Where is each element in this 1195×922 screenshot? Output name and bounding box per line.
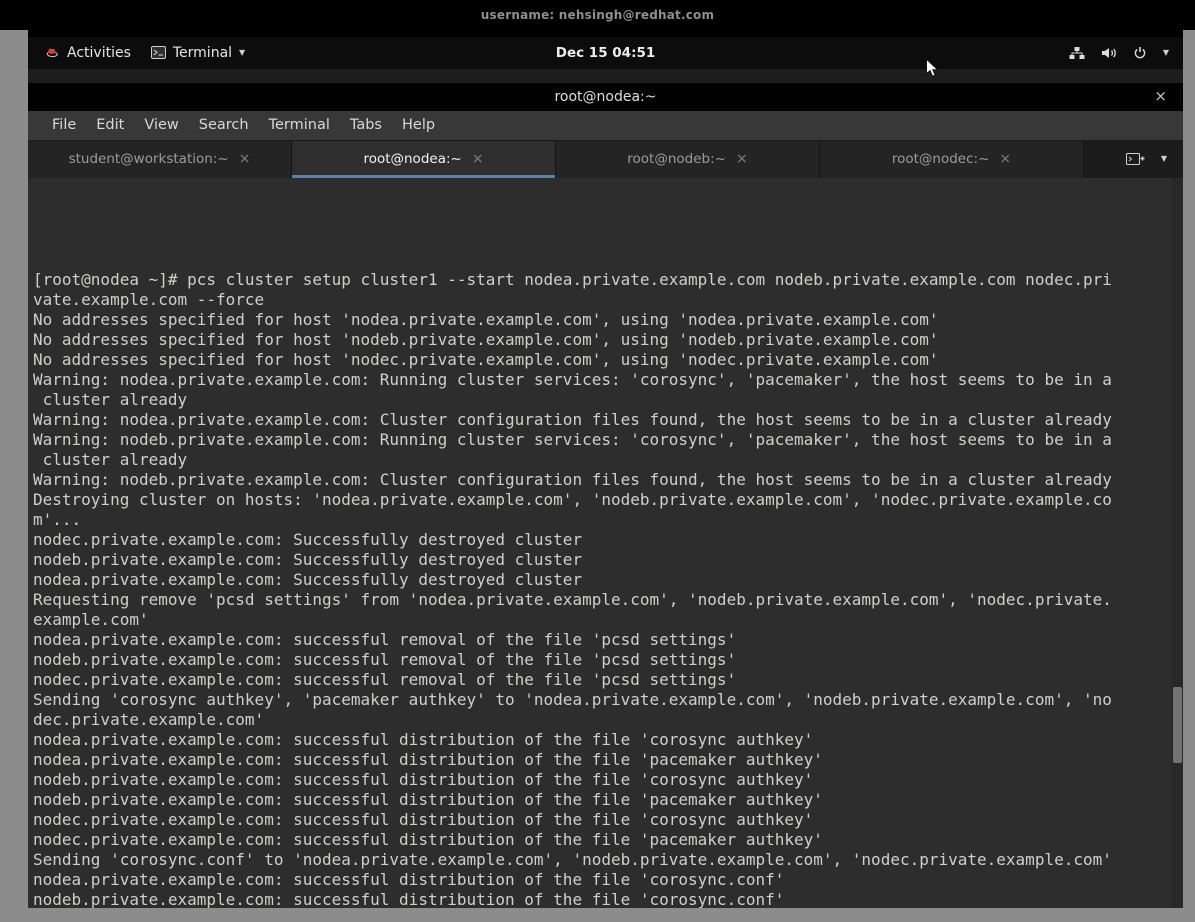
menu-terminal[interactable]: Terminal [259,117,340,133]
terminal-line: nodea.private.example.com: successful di… [33,730,1183,750]
menu-file[interactable]: File [42,117,86,133]
terminal-screen[interactable]: Error: Errors have occurred, therefore p… [28,178,1183,908]
menu-tabs[interactable]: Tabs [340,117,392,133]
terminal-line: nodec.private.example.com: successful re… [33,670,1183,690]
terminal-selected-line: Error: Errors have occurred, therefore p… [33,218,1183,230]
terminal-line: example.com' [33,610,1183,630]
terminal-lines: [root@nodea ~]# pcs cluster setup cluste… [33,270,1183,908]
mouse-pointer-icon [925,58,940,79]
system-menu-chevron-icon[interactable]: ▼ [1163,49,1169,57]
terminal-scrollbar-thumb[interactable] [1173,687,1182,763]
terminal-line: nodeb.private.example.com: successful di… [33,770,1183,790]
terminal-line: cluster already [33,390,1183,410]
terminal-line: Warning: nodeb.private.example.com: Clus… [33,470,1183,490]
terminal-line: cluster already [33,450,1183,470]
clock[interactable]: Dec 15 04:51 [556,45,656,61]
terminal-line: nodeb.private.example.com: successful di… [33,890,1183,908]
tab-label: root@nodea:~ [363,151,461,167]
tab-list-chevron-icon[interactable]: ▼ [1161,155,1167,163]
menu-view[interactable]: View [134,117,188,133]
terminal-line: nodea.private.example.com: Successfully … [33,570,1183,590]
tab-root-nodeb[interactable]: root@nodeb:~ × [556,141,820,178]
terminal-line: Requesting remove 'pcsd settings' from '… [33,590,1183,610]
terminal-line: Warning: nodea.private.example.com: Runn… [33,370,1183,390]
terminal-line: m'... [33,510,1183,530]
menu-help[interactable]: Help [392,117,445,133]
terminal-line: nodeb.private.example.com: Successfully … [33,550,1183,570]
tab-close-icon[interactable]: × [239,152,251,166]
terminal-line: [root@nodea ~]# pcs cluster setup cluste… [33,270,1183,290]
terminal-line: nodeb.private.example.com: successful di… [33,790,1183,810]
menu-edit[interactable]: Edit [86,117,134,133]
activities-button[interactable]: Activities [44,45,131,61]
tab-close-icon[interactable]: × [472,152,484,166]
terminal-line: vate.example.com --force [33,290,1183,310]
tab-label: student@workstation:~ [69,151,229,167]
gnome-top-bar: Activities Terminal ▼ Dec 15 04:51 [28,37,1183,69]
window-close-icon[interactable]: × [1154,89,1167,104]
tab-student-workstation[interactable]: student@workstation:~ × [28,141,292,178]
session-banner: username: nehsingh@redhat.com [0,0,1195,30]
terminal-line: Warning: nodeb.private.example.com: Runn… [33,430,1183,450]
window-titlebar[interactable]: root@nodea:~ × [28,83,1183,111]
volume-icon[interactable] [1101,46,1117,60]
terminal-line: dec.private.example.com' [33,710,1183,730]
terminal-line: No addresses specified for host 'nodeb.p… [33,330,1183,350]
terminal-line: Sending 'corosync.conf' to 'nodea.privat… [33,850,1183,870]
terminal-scrollbar-track[interactable] [1172,178,1183,908]
terminal-line: nodea.private.example.com: successful di… [33,870,1183,890]
terminal-line: nodec.private.example.com: successful di… [33,810,1183,830]
tab-root-nodea[interactable]: root@nodea:~ × [292,141,556,178]
network-icon[interactable] [1069,46,1085,60]
terminal-line: Destroying cluster on hosts: 'nodea.priv… [33,490,1183,510]
terminal-line: nodec.private.example.com: Successfully … [33,530,1183,550]
terminal-line: nodea.private.example.com: successful re… [33,630,1183,650]
menu-search[interactable]: Search [189,117,259,133]
tab-close-icon[interactable]: × [999,152,1011,166]
tab-label: root@nodeb:~ [627,151,726,167]
activities-label: Activities [67,45,131,61]
terminal-line: Warning: nodea.private.example.com: Clus… [33,410,1183,430]
terminal-line: nodec.private.example.com: successful di… [33,830,1183,850]
app-menu-label: Terminal [173,45,232,61]
vm-screen: Activities Terminal ▼ Dec 15 04:51 [28,30,1183,908]
tab-strip: student@workstation:~ × root@nodea:~ × r… [28,141,1183,178]
tab-close-icon[interactable]: × [736,152,748,166]
terminal-line: No addresses specified for host 'nodea.p… [33,310,1183,330]
terminal-app-icon [151,46,166,59]
session-username-text: username: nehsingh@redhat.com [481,8,714,22]
terminal-line: Sending 'corosync authkey', 'pacemaker a… [33,690,1183,710]
screen-top-padding [28,30,1183,37]
window-title: root@nodea:~ [554,89,656,105]
terminal-line: nodea.private.example.com: successful di… [33,750,1183,770]
menubar: File Edit View Search Terminal Tabs Help [28,111,1183,141]
desktop-background-strip [28,69,1183,83]
terminal-line: No addresses specified for host 'nodec.p… [33,350,1183,370]
tab-root-nodec[interactable]: root@nodec:~ × [820,141,1084,178]
chevron-down-icon: ▼ [239,49,245,57]
new-tab-icon[interactable] [1126,152,1145,166]
terminal-line: nodeb.private.example.com: successful re… [33,650,1183,670]
power-icon[interactable] [1133,46,1147,60]
app-menu-button[interactable]: Terminal ▼ [151,45,245,61]
redhat-logo-icon [44,47,60,59]
tab-label: root@nodec:~ [892,151,990,167]
